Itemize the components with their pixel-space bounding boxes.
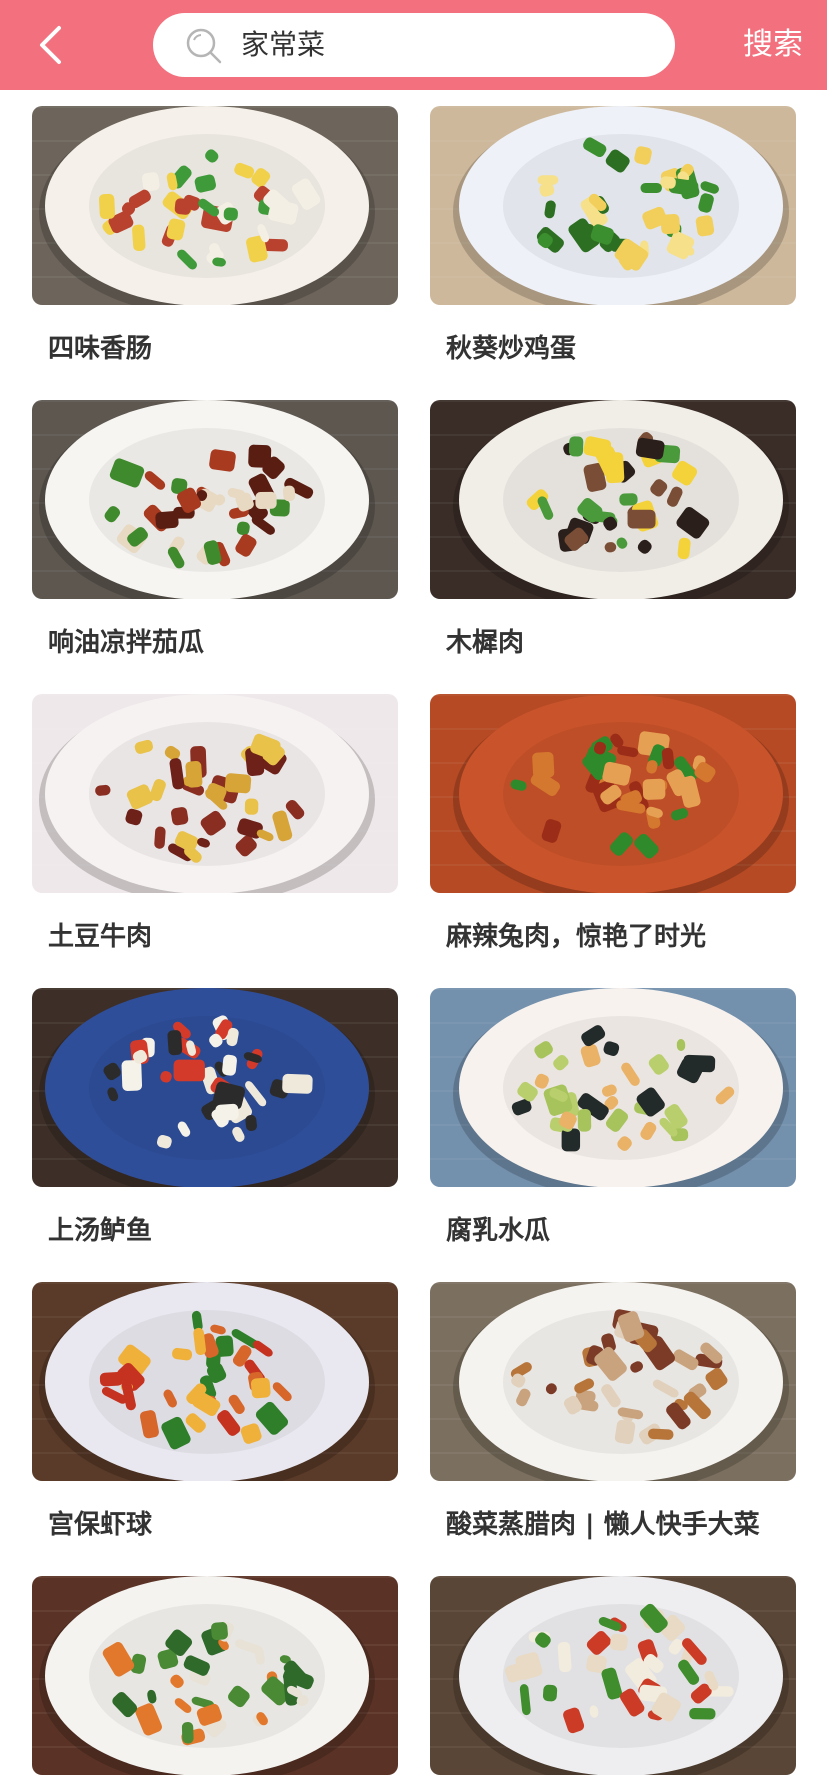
recipe-card[interactable]: 腐乳水瓜 [430, 988, 796, 1282]
search-icon [186, 28, 222, 64]
recipe-title: 麻辣兔肉，惊艳了时光 [446, 922, 707, 952]
recipe-title: 四味香肠 [48, 334, 153, 364]
recipe-card[interactable]: 响油凉拌茄瓜 [32, 400, 398, 694]
recipe-image [32, 1282, 398, 1481]
recipe-title: 木樨肉 [446, 628, 525, 658]
recipe-card[interactable] [32, 1576, 398, 1791]
recipe-title: 秋葵炒鸡蛋 [446, 334, 577, 364]
recipe-title: 土豆牛肉 [48, 922, 153, 952]
search-box[interactable] [153, 13, 675, 77]
recipe-title: 腐乳水瓜 [446, 1216, 551, 1246]
recipe-title: 酸菜蒸腊肉 | 懒人快手大菜 [446, 1510, 760, 1540]
recipe-image [430, 694, 796, 893]
recipe-image [430, 1576, 796, 1775]
recipe-title: 上汤鲈鱼 [48, 1216, 153, 1246]
recipe-image [430, 400, 796, 599]
recipe-card[interactable]: 四味香肠 [32, 106, 398, 400]
recipe-image [32, 106, 398, 305]
recipe-card[interactable]: 上汤鲈鱼 [32, 988, 398, 1282]
back-button[interactable] [30, 22, 70, 68]
recipe-image [32, 988, 398, 1187]
recipe-image [430, 988, 796, 1187]
recipe-card[interactable]: 麻辣兔肉，惊艳了时光 [430, 694, 796, 988]
recipe-card[interactable]: 酸菜蒸腊肉 | 懒人快手大菜 [430, 1282, 796, 1576]
recipe-image [430, 106, 796, 305]
search-button[interactable]: 搜索 [743, 0, 803, 90]
recipe-image [32, 694, 398, 893]
recipe-card[interactable] [430, 1576, 796, 1791]
recipe-image [430, 1282, 796, 1481]
search-input[interactable] [241, 13, 641, 77]
recipe-card[interactable]: 宫保虾球 [32, 1282, 398, 1576]
recipe-grid: 四味香肠 秋葵炒鸡蛋 响油凉拌茄瓜 木樨肉 土豆牛肉 麻辣兔肉，惊艳了时光 上汤… [32, 106, 796, 1791]
recipe-card[interactable]: 土豆牛肉 [32, 694, 398, 988]
recipe-card[interactable]: 木樨肉 [430, 400, 796, 694]
recipe-title: 宫保虾球 [48, 1510, 153, 1540]
recipe-image [32, 400, 398, 599]
recipe-image [32, 1576, 398, 1775]
recipe-title: 响油凉拌茄瓜 [48, 628, 205, 658]
top-bar: 搜索 [0, 0, 827, 90]
recipe-card[interactable]: 秋葵炒鸡蛋 [430, 106, 796, 400]
chevron-left-icon [40, 26, 61, 64]
